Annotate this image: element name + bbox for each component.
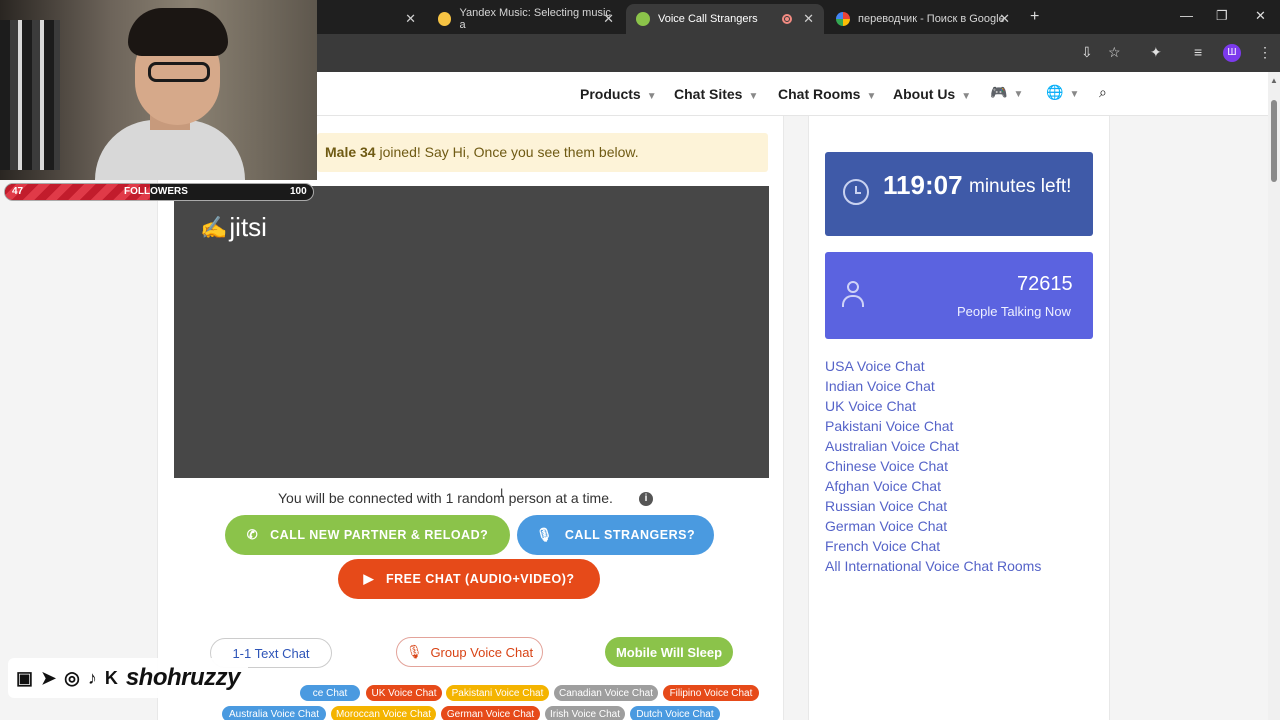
free-chat-button[interactable]: ▶ FREE CHAT (AUDIO+VIDEO)?	[338, 559, 600, 599]
link-australian-voice-chat[interactable]: Australian Voice Chat	[825, 438, 959, 454]
people-label: People Talking Now	[957, 304, 1071, 319]
page-scrollbar[interactable]: ▲	[1268, 72, 1280, 720]
tag-canadian-voice-chat[interactable]: Canadian Voice Chat	[554, 685, 658, 701]
social-handles-banner: ▣ ➤ ◎ ♪ K shohruzzy	[8, 658, 249, 698]
info-icon[interactable]: i	[639, 492, 653, 506]
search-icon[interactable]: ⌕	[1099, 84, 1107, 101]
minimize-icon[interactable]: —	[1180, 8, 1193, 23]
followers-goal: 100	[290, 186, 307, 197]
call-new-partner-button[interactable]: ✆ CALL NEW PARTNER & RELOAD?	[225, 515, 510, 555]
partner-joined-banner: Male 34 joined! Say Hi, Once you see the…	[317, 133, 768, 172]
call-strangers-button[interactable]: 🎙 CALL STRANGERS?	[517, 515, 714, 555]
telegram-icon: ➤	[41, 667, 57, 688]
nav-products[interactable]: Products ▼	[580, 86, 657, 102]
tab-voice-call-strangers[interactable]: Voice Call Strangers ✕	[626, 4, 824, 34]
link-pakistani-voice-chat[interactable]: Pakistani Voice Chat	[825, 418, 953, 434]
close-icon[interactable]: ✕	[803, 11, 814, 27]
microphone-icon: 🎙	[405, 644, 423, 659]
screen: ✕ Yandex Music: Selecting music a ✕ Voic…	[0, 0, 1280, 720]
instagram-icon: ◎	[64, 667, 80, 688]
followers-goal-bar: 47 FOLLOWERS 100	[4, 183, 314, 201]
timer-label: minutes left!	[969, 176, 1072, 197]
clothes-rack	[0, 20, 60, 170]
link-french-voice-chat[interactable]: French Voice Chat	[825, 538, 940, 554]
tag-voice-chat[interactable]: ce Chat	[300, 685, 360, 701]
restore-icon[interactable]: ❐	[1216, 8, 1228, 24]
tag-moroccan-voice-chat[interactable]: Moroccan Voice Chat	[331, 706, 436, 720]
language-globe-icon[interactable]: 🌐 ▼	[1046, 84, 1079, 101]
link-usa-voice-chat[interactable]: USA Voice Chat	[825, 358, 925, 374]
chat-site-icon	[636, 12, 650, 26]
close-icon[interactable]: ✕	[603, 11, 614, 27]
bookmark-star-icon[interactable]: ☆	[1108, 44, 1121, 61]
link-russian-voice-chat[interactable]: Russian Voice Chat	[825, 498, 947, 514]
clock-icon	[843, 179, 869, 205]
close-icon[interactable]: ✕	[405, 11, 416, 27]
followers-current: 47	[12, 186, 24, 197]
tag-uk-voice-chat[interactable]: UK Voice Chat	[366, 685, 442, 701]
link-uk-voice-chat[interactable]: UK Voice Chat	[825, 398, 916, 414]
link-german-voice-chat[interactable]: German Voice Chat	[825, 518, 947, 534]
extensions-icon[interactable]: ✦	[1150, 44, 1162, 61]
recording-icon	[782, 14, 792, 24]
chevron-down-icon: ▼	[646, 91, 657, 102]
webcam-overlay	[0, 0, 317, 180]
tiktok-icon: ♪	[87, 667, 97, 688]
glasses	[148, 62, 210, 82]
scroll-up-icon[interactable]: ▲	[1270, 76, 1278, 85]
profile-avatar[interactable]: Ш	[1223, 44, 1241, 62]
chevron-down-icon: ▼	[961, 91, 972, 102]
scrollbar-thumb[interactable]	[1271, 100, 1277, 182]
chevron-down-icon: ▼	[866, 91, 877, 102]
tag-german-voice-chat[interactable]: German Voice Chat	[441, 706, 540, 720]
twitch-icon: ▣	[16, 667, 34, 688]
timer-value: 119:07	[883, 170, 963, 200]
group-voice-chat-button[interactable]: 🎙 Group Voice Chat	[396, 637, 543, 667]
tab-title: Voice Call Strangers	[658, 13, 758, 25]
play-circle-icon: ▶	[363, 571, 374, 586]
chevron-down-icon: ▼	[748, 91, 759, 102]
media-control-icon[interactable]: ≡	[1194, 44, 1202, 60]
window-close-icon[interactable]: ✕	[1255, 8, 1266, 24]
microphone-icon: 🎙	[535, 527, 553, 542]
tag-australia-voice-chat[interactable]: Australia Voice Chat	[222, 706, 326, 720]
joined-text: joined! Say Hi, Once you see them below.	[375, 144, 639, 160]
link-chinese-voice-chat[interactable]: Chinese Voice Chat	[825, 458, 948, 474]
tab-yandex-music[interactable]: Yandex Music: Selecting music a ✕	[428, 4, 624, 34]
streamer-handle: shohruzzy	[125, 664, 241, 691]
tag-dutch-voice-chat[interactable]: Dutch Voice Chat	[630, 706, 720, 720]
jitsi-logo: ✍ jitsi	[200, 212, 267, 243]
link-indian-voice-chat[interactable]: Indian Voice Chat	[825, 378, 935, 394]
phone-icon: ✆	[246, 527, 259, 542]
user-icon	[841, 281, 865, 309]
link-all-international-rooms[interactable]: All International Voice Chat Rooms	[825, 558, 1041, 574]
jitsi-hand-icon: ✍	[200, 214, 228, 240]
jitsi-wordmark: jitsi	[229, 212, 267, 242]
tab-title: Yandex Music: Selecting music a	[459, 7, 611, 31]
close-icon[interactable]: ✕	[999, 11, 1010, 27]
menu-kebab-icon[interactable]: ⋮	[1258, 44, 1272, 61]
nav-chat-sites[interactable]: Chat Sites ▼	[674, 86, 758, 102]
tag-irish-voice-chat[interactable]: Irish Voice Chat	[545, 706, 625, 720]
followers-label: FOLLOWERS	[124, 186, 188, 197]
new-tab-icon[interactable]: +	[1030, 8, 1039, 26]
nav-about-us[interactable]: About Us ▼	[893, 86, 971, 102]
connect-info-text: You will be connected with 1 random pers…	[278, 490, 613, 506]
install-icon[interactable]: ⇩	[1081, 44, 1093, 61]
yandex-music-icon	[438, 12, 452, 26]
tag-pakistani-voice-chat[interactable]: Pakistani Voice Chat	[446, 685, 549, 701]
nav-chat-rooms[interactable]: Chat Rooms ▼	[778, 86, 876, 102]
joined-user: Male 34	[325, 144, 376, 160]
google-icon	[836, 12, 850, 26]
people-count: 72615	[1017, 273, 1073, 295]
text-cursor-icon: I	[500, 486, 504, 500]
link-afghan-voice-chat[interactable]: Afghan Voice Chat	[825, 478, 941, 494]
tab-google-search[interactable]: переводчик - Поиск в Google ✕	[826, 4, 1020, 34]
tab-title: переводчик - Поиск в Google	[858, 13, 1005, 25]
gamepad-icon[interactable]: 🎮 ▼	[990, 84, 1023, 101]
mobile-will-sleep-button[interactable]: Mobile Will Sleep	[605, 637, 733, 667]
tag-filipino-voice-chat[interactable]: Filipino Voice Chat	[663, 685, 759, 701]
kick-icon: K	[104, 667, 118, 688]
